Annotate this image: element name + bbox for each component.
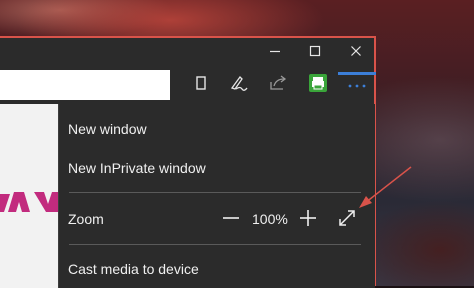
page-content <box>0 104 58 288</box>
menu-item-zoom: Zoom 100% <box>59 200 375 238</box>
zoom-value: 100% <box>252 211 288 227</box>
menu-item-new-inprivate-window[interactable]: New InPrivate window <box>59 149 375 187</box>
close-button[interactable] <box>336 40 376 62</box>
menu-divider <box>69 192 361 193</box>
menu-item-new-window[interactable]: New window <box>59 110 375 148</box>
maximize-icon <box>309 45 321 57</box>
more-actions-icon <box>347 76 367 94</box>
address-bar[interactable] <box>0 70 170 100</box>
maximize-button[interactable] <box>295 40 335 62</box>
minimize-icon <box>269 45 281 57</box>
reading-view-icon <box>194 75 208 96</box>
web-note-icon <box>229 74 249 97</box>
plus-icon <box>299 209 317 230</box>
menu-divider <box>69 244 361 245</box>
zoom-in-button[interactable] <box>296 207 320 231</box>
new-inprivate-window-label: New InPrivate window <box>68 160 206 176</box>
web-note-button[interactable] <box>222 70 256 100</box>
minus-icon <box>222 209 240 230</box>
annotation-arrow <box>359 166 412 208</box>
title-bar <box>0 38 374 64</box>
more-actions-active-indicator <box>338 72 376 75</box>
cast-media-label: Cast media to device <box>68 261 199 277</box>
zoom-label: Zoom <box>68 211 104 227</box>
minimize-button[interactable] <box>255 40 295 62</box>
menu-item-cast-media[interactable]: Cast media to device <box>59 250 375 288</box>
print-extension-icon <box>308 73 328 98</box>
share-button[interactable] <box>261 70 295 100</box>
browser-window: New window New InPrivate window Zoom 100… <box>0 36 376 288</box>
new-window-label: New window <box>68 121 147 137</box>
page-graphic <box>0 192 58 212</box>
share-icon <box>268 74 288 97</box>
print-extension-button[interactable] <box>301 70 335 100</box>
full-screen-icon <box>337 208 357 231</box>
reading-view-button[interactable] <box>184 70 218 100</box>
settings-more-menu: New window New InPrivate window Zoom 100… <box>58 104 375 288</box>
browser-toolbar <box>0 66 374 104</box>
zoom-out-button[interactable] <box>219 207 243 231</box>
close-icon <box>350 45 362 57</box>
